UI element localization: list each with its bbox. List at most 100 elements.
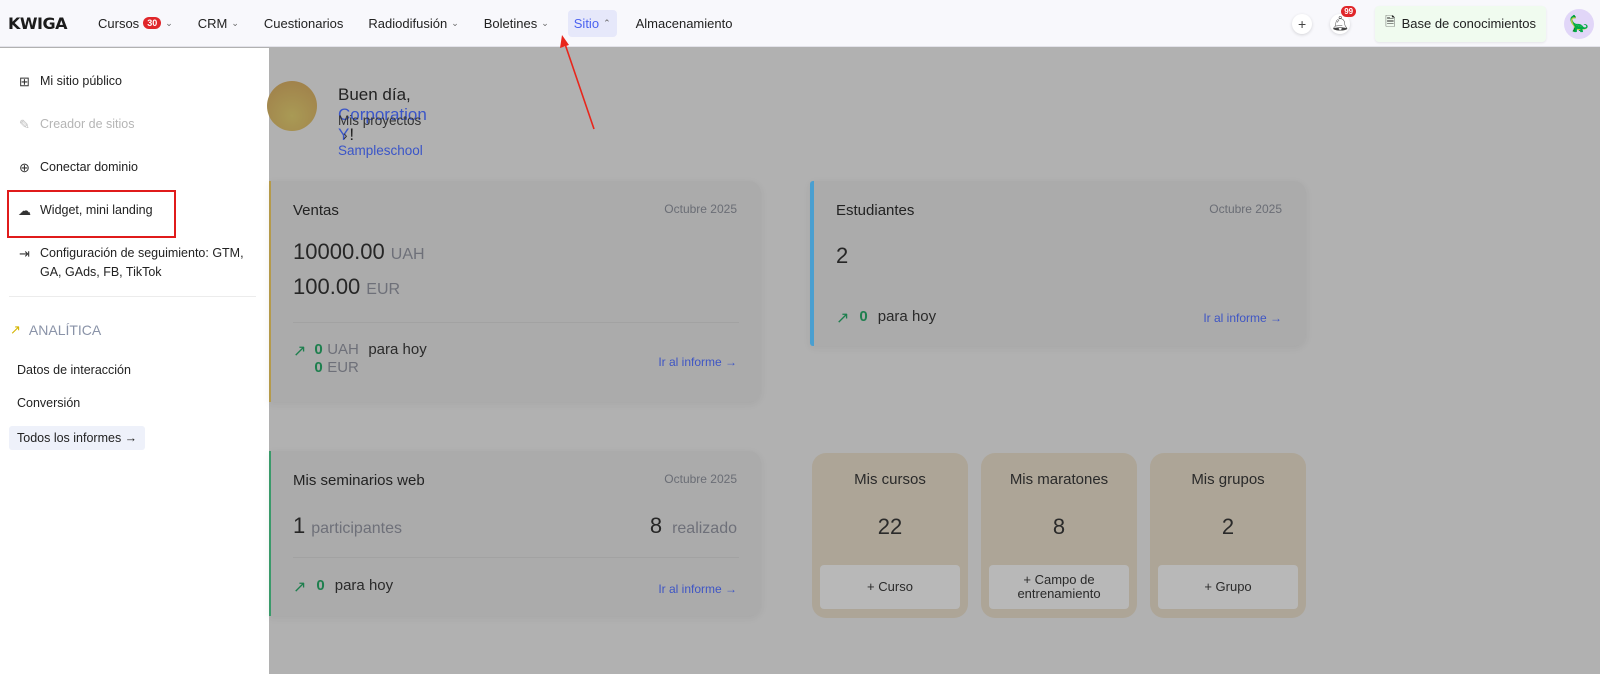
globe-icon: ⊕ <box>19 160 30 175</box>
menu-item-conectar-dominio[interactable]: ⊕ Conectar dominio <box>17 158 138 177</box>
go-to-report-link[interactable]: Ir al informe → <box>658 355 737 369</box>
add-group-button[interactable]: + Grupo <box>1158 565 1298 609</box>
card-date: Octubre 2025 <box>664 202 737 216</box>
nav-label: Radiodifusión <box>368 15 448 31</box>
tile-marathons: Mis maratones 8 + Campo de entrenamiento <box>981 453 1137 618</box>
nav-label: Cursos <box>98 15 140 31</box>
today-value: 0 <box>314 359 323 376</box>
nav-crm[interactable]: CRM ⌄ <box>192 10 245 37</box>
card-title: Mis seminarios web <box>293 472 425 489</box>
nav-label: Almacenamiento <box>635 15 733 31</box>
brush-icon: ✎ <box>19 117 30 132</box>
chevron-up-icon: ⌃ <box>603 17 611 28</box>
nav-radiodifusion[interactable]: Radiodifusión ⌄ <box>362 10 464 37</box>
breadcrumb-current[interactable]: Sampleschool <box>338 143 423 158</box>
highlight-box <box>7 190 176 238</box>
logo[interactable]: KWIGA <box>8 14 92 33</box>
add-button[interactable]: + <box>1292 13 1313 34</box>
nav-label: Cuestionarios <box>263 15 344 31</box>
count-badge: 30 <box>143 17 162 29</box>
main-nav: Cursos 30 ⌄ CRM ⌄ Cuestionarios Radiodifusi… <box>92 9 751 37</box>
card-date: Octubre 2025 <box>1209 202 1282 216</box>
menu-item-tracking-config[interactable]: ⇥ Configuración de seguimiento: GTM, GA, G… <box>17 244 244 282</box>
card-title: Ventas <box>293 202 339 219</box>
today-value: 0 <box>314 341 323 358</box>
students-today: ↗ 0 para hoy <box>836 308 936 328</box>
trend-up-icon: ↗ <box>293 343 307 360</box>
tile-title: Mis cursos <box>854 471 926 488</box>
go-to-report-link[interactable]: Ir al informe → <box>1203 311 1282 325</box>
notification-badge: 99 <box>1341 5 1357 17</box>
today-label: para hoy <box>368 341 427 358</box>
tracking-icon: ⇥ <box>19 246 30 261</box>
user-avatar[interactable]: 🦕 <box>1564 8 1594 39</box>
sales-today: ↗ 0 UAH para hoy 0 EUR <box>293 341 427 377</box>
menu-item-mi-sitio-publico[interactable]: ⊞ Mi sitio público <box>17 72 122 91</box>
top-navbar: KWIGA Cursos 30 ⌄ CRM ⌄ Cuestionarios Radio… <box>0 0 1600 47</box>
greeting-prefix: Buen día, <box>338 85 411 104</box>
menu-label-line1: Configuración de seguimiento: GTM, <box>40 246 244 260</box>
menu-item-datos-interaccion[interactable]: Datos de interacción <box>17 363 131 377</box>
today-label: para hoy <box>877 308 937 325</box>
tile-count: 22 <box>877 514 903 539</box>
menu-item-conversion[interactable]: Conversión <box>17 396 80 410</box>
nav-boletines[interactable]: Boletines ⌄ <box>478 10 555 37</box>
nav-label: Boletines <box>483 15 538 31</box>
divider <box>293 322 739 323</box>
tile-count: 8 <box>1052 514 1066 539</box>
menu-label: Conectar dominio <box>40 160 138 174</box>
webinar-done: 8 realizado <box>650 513 737 539</box>
knowledge-base-button[interactable]: 🗎 Base de conocimientos <box>1375 5 1546 42</box>
bell-icon: 🔔︎ <box>1331 15 1350 31</box>
chevron-down-icon: ⌄ <box>541 17 549 28</box>
done-count: 8 <box>649 513 663 538</box>
header-actions: + 🔔︎ 99 🗎 Base de conocimientos 🦕 <box>1292 0 1600 47</box>
webinars-today: ↗ 0 para hoy <box>293 577 393 597</box>
currency: EUR <box>366 281 401 298</box>
go-to-report-link[interactable]: Ir al informe → <box>658 582 737 596</box>
breadcrumb: Mis proyectos › Sampleschool <box>338 113 423 158</box>
students-card: Estudiantes Octubre 2025 2 ↗ 0 para hoy Ir… <box>810 181 1306 346</box>
all-reports-link[interactable]: Todos los informes → <box>9 426 146 450</box>
analytics-title: ANALÍTICA <box>28 322 102 338</box>
chevron-down-icon: ⌄ <box>451 17 459 28</box>
add-course-button[interactable]: + Curso <box>820 565 960 609</box>
chevron-down-icon: ⌄ <box>231 17 239 28</box>
breadcrumb-projects[interactable]: Mis proyectos <box>338 113 421 128</box>
notifications-button[interactable]: 🔔︎ 99 <box>1330 5 1357 34</box>
add-marathon-button[interactable]: + Campo de entrenamiento <box>989 565 1129 609</box>
menu-item-creador-de-sitios[interactable]: ✎ Creador de sitios <box>17 115 134 134</box>
nav-cursos[interactable]: Cursos 30 ⌄ <box>92 10 179 37</box>
tile-title: Mis maratones <box>1009 471 1109 488</box>
divider <box>9 296 256 297</box>
participants-label: participantes <box>311 520 402 537</box>
today-label: para hoy <box>334 577 394 594</box>
analytics-heading: ↗ ANALÍTICA <box>10 322 101 338</box>
participants-count: 1 <box>293 513 306 538</box>
trend-up-icon: ↗ <box>293 579 307 596</box>
done-label: realizado <box>672 520 737 537</box>
tile-count: 2 <box>1221 514 1235 539</box>
divider <box>293 557 739 558</box>
grid-icon: ⊞ <box>19 74 30 89</box>
menu-label: Mi sitio público <box>40 74 122 88</box>
menu-label: Configuración de seguimiento: GTM, GA, GA… <box>40 244 244 282</box>
knowledge-base-label: Base de conocimientos <box>1401 16 1536 31</box>
tile-groups: Mis grupos 2 + Grupo <box>1150 453 1306 618</box>
nav-almacenamiento[interactable]: Almacenamiento <box>630 10 739 37</box>
nav-cuestionarios[interactable]: Cuestionarios <box>258 10 350 37</box>
chevron-down-icon: ⌄ <box>165 17 173 28</box>
site-submenu: ⊞ Mi sitio público ✎ Creador de sitios ⊕ Co… <box>0 48 269 674</box>
tile-title: Mis grupos <box>1191 471 1265 488</box>
currency: UAH <box>390 246 425 263</box>
currency: UAH <box>327 341 359 358</box>
nav-sitio[interactable]: Sitio ⌃ <box>567 9 617 37</box>
dinosaur-icon: 🦕 <box>1569 15 1589 33</box>
card-date: Octubre 2025 <box>664 472 737 486</box>
trend-up-icon: ↗ <box>10 322 21 337</box>
trend-up-icon: ↗ <box>836 310 850 327</box>
plus-icon: + <box>1298 15 1307 32</box>
sales-amount-uah: 10000.00 UAH <box>293 239 425 265</box>
menu-label-line2: GA, GAds, FB, TikTok <box>40 265 162 279</box>
breadcrumb-separator: › <box>343 128 348 143</box>
